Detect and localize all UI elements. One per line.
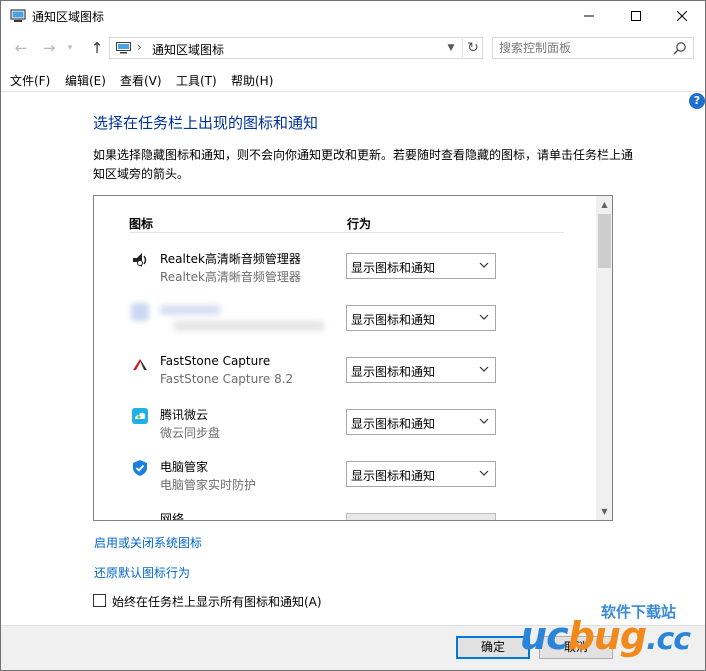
minimize-button[interactable]: [566, 1, 612, 31]
menu-file[interactable]: 文件(F): [10, 72, 50, 89]
always-show-all-checkbox[interactable]: [93, 594, 106, 607]
menu-view[interactable]: 查看(V): [120, 72, 162, 89]
maximize-button[interactable]: [613, 1, 659, 31]
scroll-thumb[interactable]: [598, 214, 611, 268]
address-bar[interactable]: › 通知区域图标 ▼ ↻: [109, 37, 483, 59]
minimize-icon: [584, 15, 594, 17]
menu-bar: 文件(F) 编辑(E) 查看(V) 工具(T) 帮助(H): [1, 69, 705, 92]
chevron-down-icon: [479, 366, 489, 372]
help-icon[interactable]: ?: [689, 93, 705, 109]
behavior-dropdown[interactable]: 显示图标和通知: [346, 461, 496, 487]
icon-behavior-list: 图标 行为 Realtek高清晰音频管理器 Realtek高清晰音频管理器 显示…: [93, 195, 613, 521]
behavior-dropdown[interactable]: [346, 513, 496, 520]
notification-area-icons-window: 通知区域图标 ← → ▾ ↑ › 通知区域图标 ▼ ↻ 搜索控制面板 文件(F)…: [0, 0, 706, 671]
column-header-behavior: 行为: [347, 217, 372, 231]
address-dropdown-chevron-icon[interactable]: ▼: [444, 40, 458, 56]
behavior-value: 显示图标和通知: [351, 417, 436, 431]
weiyun-cloud-icon: [132, 408, 148, 424]
behavior-value: 显示图标和通知: [351, 469, 436, 483]
watermark-logo: ucbug.cc: [520, 614, 691, 658]
blurred-app-icon: [131, 303, 149, 321]
title-bar: 通知区域图标: [1, 1, 705, 31]
computer-icon: [10, 9, 26, 22]
app-description: 微云同步盘: [160, 426, 221, 440]
list-item: 网络: [94, 505, 594, 521]
app-description: 电脑管家实时防护: [160, 478, 257, 492]
chevron-down-icon: [479, 470, 489, 476]
list-item: FastStone Capture FastStone Capture 8.2 …: [94, 349, 594, 399]
behavior-value: 显示图标和通知: [351, 365, 436, 379]
page-title: 选择在任务栏上出现的图标和通知: [93, 114, 319, 132]
toggle-system-icons-link[interactable]: 启用或关闭系统图标: [94, 534, 202, 551]
blurred-app-description: [174, 321, 324, 331]
page-description: 如果选择隐藏图标和通知，则不会向你通知更改和更新。若要随时查看隐藏的图标，请单击…: [93, 148, 634, 181]
restore-default-behavior-link[interactable]: 还原默认图标行为: [94, 564, 190, 581]
search-icon[interactable]: [673, 41, 687, 55]
blurred-app-name: [160, 305, 220, 315]
list-item: 腾讯微云 微云同步盘 显示图标和通知: [94, 401, 594, 451]
app-name: Realtek高清晰音频管理器: [160, 252, 301, 266]
app-name: 网络: [160, 512, 185, 521]
watermark-logo-c: c: [546, 614, 569, 658]
breadcrumb[interactable]: 通知区域图标: [152, 41, 224, 58]
app-description: FastStone Capture 8.2: [160, 372, 294, 386]
computer-icon: [116, 42, 131, 54]
menu-tools[interactable]: 工具(T): [176, 72, 217, 89]
behavior-dropdown[interactable]: 显示图标和通知: [346, 305, 496, 331]
window-title: 通知区域图标: [32, 10, 105, 24]
faststone-icon: [133, 359, 147, 370]
search-box[interactable]: [492, 37, 694, 59]
breadcrumb-separator-icon: ›: [137, 40, 142, 54]
scroll-down-arrow-icon[interactable]: ▼: [596, 503, 612, 520]
close-icon: [677, 11, 687, 21]
refresh-icon[interactable]: ↻: [462, 38, 483, 58]
maximize-icon: [631, 11, 641, 21]
behavior-value: 显示图标和通知: [351, 261, 436, 275]
app-description: Realtek高清晰音频管理器: [160, 270, 301, 284]
up-arrow-icon[interactable]: ↑: [87, 39, 107, 57]
behavior-dropdown[interactable]: 显示图标和通知: [346, 357, 496, 383]
back-arrow-icon[interactable]: ←: [11, 39, 31, 57]
scroll-up-arrow-icon[interactable]: ▲: [596, 196, 612, 213]
behavior-value: 显示图标和通知: [351, 313, 436, 327]
app-name: 电脑管家: [160, 460, 209, 474]
always-show-all-label[interactable]: 始终在任务栏上显示所有图标和通知(A): [112, 593, 322, 610]
chevron-down-icon: [479, 314, 489, 320]
list-item: 显示图标和通知: [94, 297, 594, 347]
app-name: FastStone Capture: [160, 354, 271, 368]
watermark-logo-u: u: [520, 614, 547, 658]
site-watermark: 软件下载站 ucbug.cc: [520, 596, 705, 666]
shield-icon: [133, 460, 147, 476]
recent-locations-chevron-icon[interactable]: ▾: [63, 39, 77, 57]
forward-arrow-icon[interactable]: →: [39, 39, 59, 57]
watermark-logo-tld: .cc: [646, 622, 691, 657]
speaker-icon: [133, 253, 147, 267]
column-header-icons: 图标: [129, 217, 154, 231]
watermark-logo-bug: bug: [567, 614, 647, 658]
list-item: Realtek高清晰音频管理器 Realtek高清晰音频管理器 显示图标和通知: [94, 245, 594, 295]
behavior-dropdown[interactable]: 显示图标和通知: [346, 409, 496, 435]
close-button[interactable]: [659, 1, 705, 31]
chevron-down-icon: [479, 418, 489, 424]
search-input[interactable]: [499, 40, 667, 56]
menu-help[interactable]: 帮助(H): [231, 72, 273, 89]
behavior-dropdown[interactable]: 显示图标和通知: [346, 253, 496, 279]
chevron-down-icon: [479, 262, 489, 268]
ok-button[interactable]: 确定: [456, 636, 530, 659]
header-divider: [129, 232, 564, 233]
menu-edit[interactable]: 编辑(E): [65, 72, 106, 89]
app-name: 腾讯微云: [160, 408, 209, 422]
navigation-bar: ← → ▾ ↑ › 通知区域图标 ▼ ↻: [1, 34, 705, 62]
vertical-scrollbar[interactable]: ▲ ▼: [596, 196, 612, 520]
list-item: 电脑管家 电脑管家实时防护 显示图标和通知: [94, 453, 594, 503]
